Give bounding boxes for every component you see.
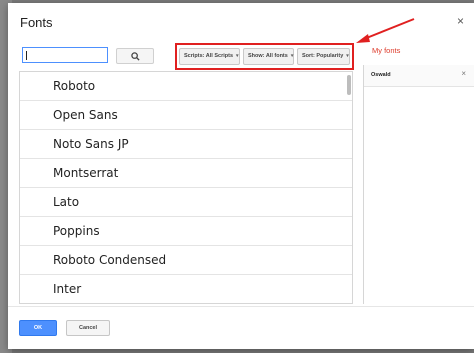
scripts-dropdown[interactable]: Scripts: All Scripts ▾ <box>179 48 240 65</box>
ok-button[interactable]: OK <box>19 320 57 336</box>
chevron-down-icon: ▾ <box>346 53 349 59</box>
font-list-item[interactable]: Noto Sans JP <box>20 130 352 159</box>
my-fonts-panel: Oswald × <box>363 65 474 304</box>
font-list-item[interactable]: Roboto <box>20 72 352 101</box>
search-input[interactable] <box>22 47 108 63</box>
footer-divider <box>8 306 474 307</box>
my-font-name: Oswald <box>371 72 391 78</box>
fonts-dialog: Fonts × Scripts: All Scripts ▾ Show: All … <box>8 3 474 349</box>
my-fonts-heading: My fonts <box>372 46 401 55</box>
annotation-arrow-icon <box>356 18 415 43</box>
my-fonts-item[interactable]: Oswald × <box>364 65 474 87</box>
close-icon[interactable]: × <box>457 15 464 27</box>
remove-font-icon[interactable]: × <box>461 70 466 78</box>
font-name: Roboto <box>53 79 96 93</box>
chevron-down-icon: ▾ <box>290 53 294 59</box>
search-icon <box>131 52 140 61</box>
search-button[interactable] <box>116 48 154 64</box>
font-list-item[interactable]: Open Sans <box>20 101 352 130</box>
font-list: Roboto Open Sans Noto Sans JP Montserrat… <box>19 71 353 304</box>
scripts-dropdown-label: Scripts: All Scripts <box>184 53 234 59</box>
font-list-item[interactable]: Roboto Condensed <box>20 246 352 275</box>
font-list-item[interactable]: Montserrat <box>20 159 352 188</box>
font-name: Lato <box>53 195 80 209</box>
font-list-item[interactable]: Inter <box>20 275 352 303</box>
font-list-item[interactable]: Poppins <box>20 217 352 246</box>
show-dropdown[interactable]: Show: All fonts ▾ <box>243 48 294 65</box>
sort-dropdown-label: Sort: Popularity <box>302 53 344 59</box>
chevron-down-icon: ▾ <box>236 53 239 59</box>
font-list-item[interactable]: Lato <box>20 188 352 217</box>
font-name: Montserrat <box>53 166 119 180</box>
text-caret <box>26 51 27 60</box>
show-dropdown-label: Show: All fonts <box>248 53 288 59</box>
font-name: Inter <box>53 282 82 296</box>
sort-dropdown[interactable]: Sort: Popularity ▾ <box>297 48 350 65</box>
font-list-scrollbar[interactable] <box>347 75 351 95</box>
font-name: Noto Sans JP <box>53 137 129 151</box>
dialog-title: Fonts <box>20 15 53 30</box>
font-name: Poppins <box>53 224 100 238</box>
font-name: Open Sans <box>53 108 118 122</box>
font-name: Roboto Condensed <box>53 253 167 267</box>
cancel-button[interactable]: Cancel <box>66 320 110 336</box>
